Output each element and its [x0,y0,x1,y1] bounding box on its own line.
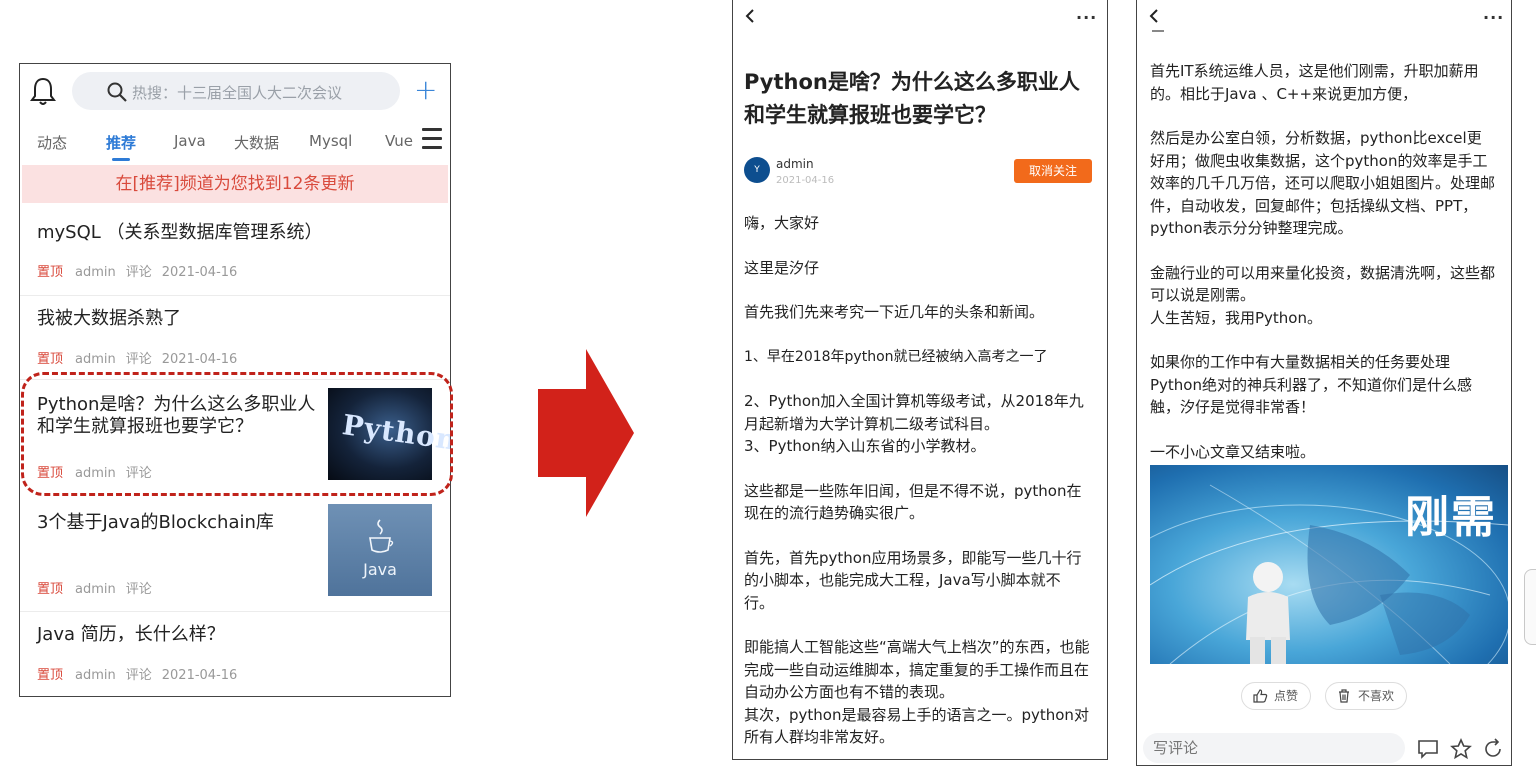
item-title: 3个基于Java的Blockchain库 [37,512,274,533]
item-title: mySQL （关系型数据库管理系统） [37,222,323,243]
back-icon[interactable] [743,6,757,26]
item-author: admin [75,265,116,280]
more-icon[interactable]: ··· [1483,8,1504,27]
add-icon[interactable]: + [414,76,437,104]
item-author: admin [75,582,116,597]
article-author[interactable]: admin [776,157,814,171]
channel-tabs: 动态 推荐 Java 大数据 Mysql Vue [20,128,450,162]
item-title: 我被大数据杀熟了 [37,308,181,329]
dislike-label: 不喜欢 [1358,689,1395,703]
paragraph: 首先我们先来考究一下近几年的头条和新闻。 [744,303,1045,321]
list-item[interactable]: 3个基于Java的Blockchain库 置顶 admin 评论 Java [20,496,450,612]
list-item[interactable]: 我被大数据杀熟了 置顶 admin 评论 2021-04-16 [20,296,450,380]
article-title: Python是啥？为什么这么多职业人和学生就算报班也要学它？ [744,70,1080,127]
item-author: admin [75,352,116,367]
java-cup-icon [369,519,394,553]
item-comment: 评论 [125,265,152,280]
item-meta: 置顶 admin 评论 [37,578,162,597]
comment-icon[interactable] [1417,738,1439,760]
unfollow-button[interactable]: 取消关注 [1014,159,1092,183]
item-comment: 评论 [125,582,152,597]
article-date: 2021-04-16 [776,175,835,186]
item-author: admin [75,668,116,683]
more-icon[interactable]: ··· [1076,8,1097,27]
item-comment: 评论 [125,352,152,367]
tab-bigdata[interactable]: 大数据 [234,132,279,153]
item-date: 2021-04-16 [161,668,238,683]
paragraph: 3、Python纳入山东省的小学教材。 [744,437,986,455]
back-icon[interactable] [1147,6,1161,26]
pin-badge: 置顶 [37,668,64,683]
paragraph: 即能搞人工智能这些“高端大气上档次”的东西，也能完成一些自动运维脚本，搞定重复的… [744,638,1090,701]
paragraph: 这里是汐仔 [744,258,820,277]
paragraph: 这些都是一些陈年旧闻，但是不得不说，python在现在的流行趋势确实很广。 [744,481,1082,523]
pin-badge: 置顶 [37,265,64,280]
banner-text: 刚需 [1405,492,1497,543]
star-icon[interactable] [1450,738,1472,760]
tab-vue[interactable]: Vue [385,132,413,150]
article-screen: ··· Python是啥？为什么这么多职业人和学生就算报班也要学它？ Y adm… [732,0,1108,760]
highlight-outline [21,372,453,496]
thumbs-up-icon [1253,689,1268,703]
article-end-screen: ··· 首先IT系统运维人员，这是他们刚需，升职加薪用的。相比于Java 、C+… [1136,0,1512,766]
item-meta: 置顶 admin 评论 2021-04-16 [37,348,247,367]
tab-mysql[interactable]: Mysql [309,132,352,150]
bell-icon[interactable] [30,76,56,106]
like-button[interactable]: 点赞 [1241,682,1312,710]
search-placeholder: 热搜：十三届全国人大二次会议 [132,84,343,102]
like-label: 点赞 [1274,689,1299,703]
update-notice: 在[推荐]频道为您找到12条更新 [22,165,448,203]
thumbnail-text: Java [363,560,397,579]
pin-badge: 置顶 [37,582,64,597]
comment-input[interactable] [1143,733,1405,763]
paragraph: 其次，python是最容易上手的语言之一。python对所有人群均非常友好。 [744,705,1089,747]
article-banner-image: 刚需 [1150,465,1508,664]
article-body: 首先IT系统运维人员，这是他们刚需，升职加薪用的。相比于Java 、C++来说更… [1150,60,1496,463]
item-date: 2021-04-16 [161,352,238,367]
item-title: Java 简历，长什么样？ [37,624,225,645]
java-thumbnail: Java [328,504,432,596]
menu-icon[interactable] [422,128,442,152]
paragraph: 然后是办公室白领，分析数据，python比excel更好用；做爬虫收集数据，这个… [1150,129,1496,237]
list-item[interactable]: Java 简历，长什么样？ 置顶 admin 评论 2021-04-16 [20,612,450,696]
arrow-right-icon [538,349,634,517]
list-item[interactable]: mySQL （关系型数据库管理系统） 置顶 admin 评论 2021-04-16 [20,204,450,296]
dislike-button[interactable]: 不喜欢 [1325,682,1408,710]
paragraph: 如果你的工作中有大量数据相关的任务要处理Python绝对的神兵利器了，不知道你们… [1150,353,1472,416]
reaction-bar: 点赞 不喜欢 [1137,682,1511,712]
item-comment: 评论 [125,668,152,683]
search-icon [107,82,127,102]
paragraph: 人生苦短，我用Python。 [1150,308,1322,327]
item-meta: 置顶 admin 评论 2021-04-16 [37,664,247,683]
paragraph: 嗨，大家好 [744,214,820,232]
search-bar[interactable]: 热搜：十三届全国人大二次会议 [72,72,400,110]
item-meta: 置顶 admin 评论 2021-04-16 [37,261,247,280]
scroll-remnant [1152,30,1164,32]
side-scroll-handle[interactable] [1524,569,1536,645]
pin-badge: 置顶 [37,352,64,367]
feed-topbar: 热搜：十三届全国人大二次会议 + [20,64,450,120]
paragraph: 一不小心文章又结束啦。 [1150,442,1316,461]
tab-java[interactable]: Java [174,132,206,150]
tab-recommend[interactable]: 推荐 [106,132,136,161]
paragraph: 首先IT系统运维人员，这是他们刚需，升职加薪用的。相比于Java 、C++来说更… [1150,62,1479,103]
paragraph: 1、早在2018年python就已经被纳入高考之一了 [744,348,1048,365]
item-date: 2021-04-16 [161,265,238,280]
share-icon[interactable] [1482,738,1504,760]
article-body: 嗨，大家好 这里是汐仔 首先我们先来考究一下近几年的头条和新闻。 1、早在201… [744,212,1090,749]
trash-icon [1339,689,1349,703]
paragraph: 2、Python加入全国计算机等级考试，从2018年九月起新增为大学计算机二级考… [744,392,1084,433]
tab-dynamic[interactable]: 动态 [37,132,67,153]
avatar[interactable]: Y [744,157,770,183]
paragraph: 金融行业的可以用来量化投资，数据清洗啊，这些都可以说是刚需。 [1150,263,1496,305]
paragraph: 首先，首先python应用场景多，即能写一些几十行的小脚本，也能完成大工程，Ja… [744,548,1082,612]
